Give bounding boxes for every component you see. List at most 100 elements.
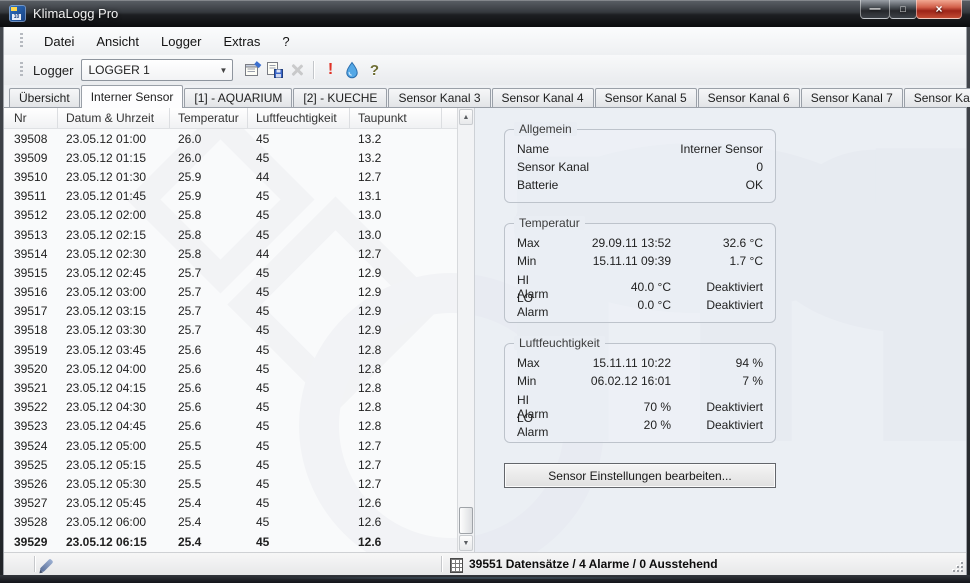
tab-1-aquarium[interactable]: [1] - AQUARIUM	[184, 88, 292, 107]
column-header-taupunkt[interactable]: Taupunkt	[350, 108, 442, 128]
table-vertical-scrollbar[interactable]: ▲ ▼	[457, 108, 474, 552]
cell-humidity: 45	[248, 535, 350, 549]
field-value: Interner Sensor	[640, 142, 763, 156]
field-timestamp-or-threshold: 29.09.11 13:52	[553, 236, 671, 250]
column-header-nr[interactable]: Nr	[4, 108, 58, 128]
properties-icon[interactable]	[242, 59, 264, 81]
alarm-icon[interactable]: !	[319, 59, 341, 81]
tab-sensor-kanal-7[interactable]: Sensor Kanal 7	[801, 88, 903, 107]
cell-datetime: 23.05.12 04:15	[58, 381, 170, 395]
cell-humidity: 45	[248, 362, 350, 376]
table-row[interactable]: 39509 23.05.12 01:15 26.0 45 13.2	[4, 148, 457, 167]
table-row[interactable]: 39528 23.05.12 06:00 25.4 45 12.6	[4, 513, 457, 532]
table-row[interactable]: 39515 23.05.12 02:45 25.7 45 12.9	[4, 263, 457, 282]
cell-temperature: 25.4	[170, 496, 248, 510]
menubar-drag-handle[interactable]	[20, 33, 23, 49]
menu-item-[interactable]: ?	[271, 30, 300, 53]
table-row[interactable]: 39517 23.05.12 03:15 25.7 45 12.9	[4, 302, 457, 321]
table-row[interactable]: 39522 23.05.12 04:30 25.6 45 12.8	[4, 398, 457, 417]
logger-select[interactable]: LOGGER 1 ▼	[81, 59, 233, 81]
table-row[interactable]: 39525 23.05.12 05:15 25.5 45 12.7	[4, 455, 457, 474]
cell-datetime: 23.05.12 01:30	[58, 170, 170, 184]
table-row[interactable]: 39514 23.05.12 02:30 25.8 44 12.7	[4, 244, 457, 263]
cell-datetime: 23.05.12 04:00	[58, 362, 170, 376]
table-row[interactable]: 39529 23.05.12 06:15 25.4 45 12.6	[4, 532, 457, 551]
statusbar-separator	[34, 556, 35, 572]
scroll-down-icon[interactable]: ▼	[459, 535, 473, 551]
statusbar-separator	[441, 556, 442, 572]
title-bar[interactable]: 10 KlimaLogg Pro — □ ×	[0, 0, 970, 27]
menu-item-extras[interactable]: Extras	[212, 30, 271, 53]
field-value: 32.6 °C	[671, 236, 763, 250]
menu-item-logger[interactable]: Logger	[150, 30, 212, 53]
table-row[interactable]: 39516 23.05.12 03:00 25.7 45 12.9	[4, 283, 457, 302]
tab-übersicht[interactable]: Übersicht	[9, 88, 80, 107]
window-border-bottom	[0, 575, 970, 583]
table-row[interactable]: 39519 23.05.12 03:45 25.6 45 12.8	[4, 340, 457, 359]
table-row[interactable]: 39513 23.05.12 02:15 25.8 45 13.0	[4, 225, 457, 244]
tab-sensor-kanal-5[interactable]: Sensor Kanal 5	[595, 88, 697, 107]
table-row[interactable]: 39518 23.05.12 03:30 25.7 45 12.9	[4, 321, 457, 340]
minimize-button[interactable]: —	[860, 0, 890, 19]
cell-humidity: 45	[248, 419, 350, 433]
humidity-group: Luftfeuchtigkeit Max 15.11.11 10:22 94 %…	[504, 343, 776, 443]
tab-sensor-kanal-3[interactable]: Sensor Kanal 3	[388, 88, 490, 107]
tab-sensor-kanal-6[interactable]: Sensor Kanal 6	[698, 88, 800, 107]
chevron-down-icon: ▼	[214, 66, 232, 75]
table-row[interactable]: 39511 23.05.12 01:45 25.9 45 13.1	[4, 187, 457, 206]
field-timestamp-or-threshold: 20 %	[553, 418, 671, 432]
export-save-icon[interactable]	[264, 59, 286, 81]
scrollbar-thumb[interactable]	[459, 507, 473, 534]
field-value: Deaktiviert	[671, 298, 763, 312]
menu-bar: DateiAnsichtLoggerExtras?	[4, 27, 966, 55]
table-row[interactable]: 39521 23.05.12 04:15 25.6 45 12.8	[4, 378, 457, 397]
cell-nr: 39516	[4, 285, 58, 299]
cell-humidity: 45	[248, 132, 350, 146]
cell-temperature: 25.6	[170, 381, 248, 395]
cell-humidity: 45	[248, 189, 350, 203]
humidity-drop-icon[interactable]	[341, 59, 363, 81]
column-header-temperatur[interactable]: Temperatur	[170, 108, 248, 128]
table-row[interactable]: 39510 23.05.12 01:30 25.9 44 12.7	[4, 167, 457, 186]
field-timestamp-or-threshold: 06.02.12 16:01	[553, 374, 671, 388]
scroll-up-icon[interactable]: ▲	[459, 109, 473, 125]
column-header-datum-uhrzeit[interactable]: Datum & Uhrzeit	[58, 108, 170, 128]
cell-humidity: 45	[248, 515, 350, 529]
table-row[interactable]: 39512 23.05.12 02:00 25.8 45 13.0	[4, 206, 457, 225]
resize-grip[interactable]	[951, 560, 963, 572]
cell-dewpoint: 12.9	[350, 323, 442, 337]
temperature-row-1: Min 15.11.11 09:39 1.7 °C	[505, 252, 775, 270]
toolbar-drag-handle[interactable]	[20, 62, 23, 78]
table-row[interactable]: 39520 23.05.12 04:00 25.6 45 12.8	[4, 359, 457, 378]
close-button[interactable]: ×	[916, 0, 962, 19]
table-row[interactable]: 39526 23.05.12 05:30 25.5 45 12.7	[4, 474, 457, 493]
measurement-table: NrDatum & UhrzeitTemperaturLuftfeuchtigk…	[4, 108, 457, 552]
tab-interner-sensor[interactable]: Interner Sensor	[81, 85, 184, 108]
record-count-icon	[450, 558, 463, 573]
column-header-luftfeuchtigkeit[interactable]: Luftfeuchtigkeit	[248, 108, 350, 128]
cell-datetime: 23.05.12 03:00	[58, 285, 170, 299]
table-row[interactable]: 39508 23.05.12 01:00 26.0 45 13.2	[4, 129, 457, 148]
maximize-button[interactable]: □	[889, 0, 917, 19]
table-row[interactable]: 39527 23.05.12 05:45 25.4 45 12.6	[4, 494, 457, 513]
table-row[interactable]: 39523 23.05.12 04:45 25.6 45 12.8	[4, 417, 457, 436]
help-icon[interactable]: ?	[363, 59, 385, 81]
tab-2-kueche[interactable]: [2] - KUECHE	[293, 88, 387, 107]
tab-sensor-kanal-4[interactable]: Sensor Kanal 4	[492, 88, 594, 107]
field-label: Batterie	[517, 178, 640, 192]
cell-dewpoint: 12.6	[350, 496, 442, 510]
cell-nr: 39519	[4, 343, 58, 357]
cell-dewpoint: 12.7	[350, 439, 442, 453]
table-row[interactable]: 39524 23.05.12 05:00 25.5 45 12.7	[4, 436, 457, 455]
cell-dewpoint: 12.8	[350, 419, 442, 433]
menu-item-datei[interactable]: Datei	[33, 30, 85, 53]
tab-sensor-kanal-8[interactable]: Sensor Kanal 8	[904, 88, 970, 107]
cell-temperature: 25.6	[170, 362, 248, 376]
field-value: Deaktiviert	[671, 418, 763, 432]
field-value: Deaktiviert	[671, 400, 763, 414]
cell-dewpoint: 12.8	[350, 362, 442, 376]
cell-datetime: 23.05.12 01:45	[58, 189, 170, 203]
edit-sensor-settings-button[interactable]: Sensor Einstellungen bearbeiten...	[504, 463, 776, 488]
menu-item-ansicht[interactable]: Ansicht	[85, 30, 150, 53]
field-label: Max	[517, 356, 553, 370]
